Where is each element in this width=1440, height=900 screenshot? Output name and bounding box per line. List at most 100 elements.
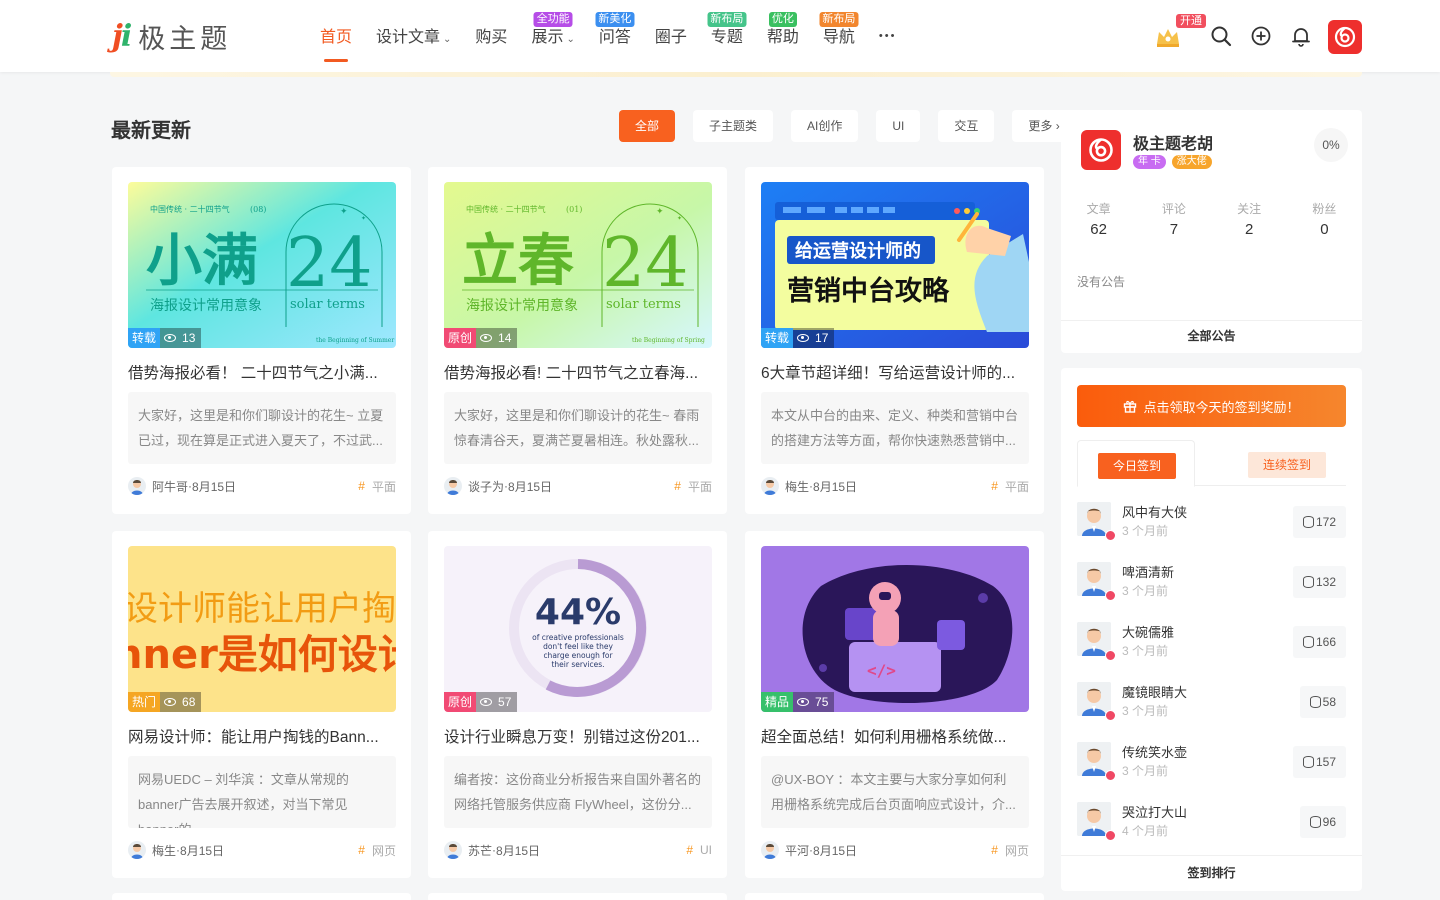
checkin-user-name[interactable]: 风中有大侠 <box>1122 502 1187 521</box>
post-author[interactable]: 苏芒 <box>468 842 492 859</box>
post-category-label: 平面 <box>687 479 712 494</box>
logo-mark: ji <box>112 18 132 54</box>
eye-icon <box>164 334 177 342</box>
checkin-time: 3 个月前 <box>1122 584 1169 598</box>
post-tag: 精品 75 <box>761 692 835 712</box>
nav-item-6[interactable]: 专题 新布局 <box>707 0 747 72</box>
view-count: 75 <box>793 692 835 712</box>
author-mini-avatar[interactable] <box>128 477 146 495</box>
more-dots-icon[interactable]: ••• <box>879 0 897 72</box>
post-title[interactable]: 网易设计师：能让用户掏钱的Bann... <box>128 725 396 747</box>
post-thumbnail[interactable]: 中国传统 · 二十四节气 (01) 立春 24 海报设计常用意象 solar t… <box>444 182 712 348</box>
tab-today-checkin[interactable]: 今日签到 <box>1077 440 1195 487</box>
author-mini-avatar[interactable] <box>444 841 462 859</box>
checkin-rank-link[interactable]: 签到排行 <box>1061 855 1362 891</box>
checkin-user-name[interactable]: 传统笑水壶 <box>1122 742 1187 761</box>
post-title[interactable]: 借势海报必看! 二十四节气之立春海... <box>444 361 712 383</box>
post-author[interactable]: 平河 <box>785 842 809 859</box>
svg-text:24: 24 <box>286 224 373 303</box>
user-avatar[interactable] <box>1328 20 1362 54</box>
card-next-row-3 <box>745 893 1044 900</box>
bell-icon[interactable] <box>1290 25 1312 47</box>
nav-item-3[interactable]: 展示 ⌄ 全功能 <box>531 0 575 72</box>
post-author[interactable]: 梅生 <box>785 478 809 495</box>
nav-item-2[interactable]: 购买 <box>475 0 507 72</box>
svg-text:(08): (08) <box>250 205 266 214</box>
svg-text:(01): (01) <box>566 205 582 214</box>
tab-streak-checkin[interactable]: 连续签到 <box>1248 452 1326 478</box>
post-card[interactable]: 中国传统 · 二十四节气 (08) 小满 24 海报设计常用意象 solar t… <box>112 167 411 514</box>
checkin-score-value: 96 <box>1322 815 1336 829</box>
author-name[interactable]: 极主题老胡 <box>1133 130 1213 154</box>
vip-open-badge[interactable]: 开通 <box>1176 14 1206 28</box>
nav-item-0[interactable]: 首页 <box>320 0 352 72</box>
post-excerpt: @UX-BOY ：本文主要与大家分享如何利用栅格系统完成后台页面响应式设计，介.… <box>761 756 1029 828</box>
tab-category-4[interactable]: 交互 <box>938 110 995 142</box>
nav-item-1[interactable]: 设计文章 ⌄ <box>376 0 451 72</box>
stat-item[interactable]: 评论 7 <box>1136 200 1211 238</box>
nav-label: 圈子 <box>654 29 687 46</box>
checkin-time: 3 个月前 <box>1122 644 1169 658</box>
chevron-down-icon: ⌄ <box>443 34 452 45</box>
search-icon[interactable] <box>1210 25 1232 47</box>
author-mini-avatar[interactable] <box>444 477 462 495</box>
post-thumbnail[interactable]: 44% of creative professionals don't feel… <box>444 546 712 712</box>
post-card[interactable]: </> 精品 75 超全面总结！如何利用栅格系统做... @UX-BOY ：本文主要与… <box>745 531 1044 878</box>
post-author[interactable]: 阿牛哥 <box>152 478 188 495</box>
checkin-user-name[interactable]: 魔镜眼睛大 <box>1122 682 1187 701</box>
stat-item[interactable]: 关注 2 <box>1212 200 1287 238</box>
checkin-user-name[interactable]: 大碗儒雅 <box>1122 622 1174 641</box>
post-tag: 转载 13 <box>128 328 202 348</box>
view-count: 57 <box>476 692 518 712</box>
add-circle-icon[interactable] <box>1250 25 1272 47</box>
nav-item-7[interactable]: 帮助 优化 <box>767 0 799 72</box>
post-thumbnail[interactable]: 设计师能让用户掏钱 nner是如何设计 热门 68 <box>128 546 396 712</box>
post-card[interactable]: 设计师能让用户掏钱 nner是如何设计 热门 68 网易设计师：能让用户掏钱的Ban… <box>112 531 411 878</box>
author-mini-avatar[interactable] <box>761 841 779 859</box>
post-title[interactable]: 6大章节超详细！写给运营设计师的... <box>761 361 1029 383</box>
post-category[interactable]: # 平面 <box>358 478 396 495</box>
post-title[interactable]: 借势海报必看！ 二十四节气之小满... <box>128 361 396 383</box>
author-mini-avatar[interactable] <box>128 841 146 859</box>
checkin-score: 172 <box>1292 506 1346 538</box>
post-thumbnail[interactable]: </> 精品 75 <box>761 546 1029 712</box>
nav-item-4[interactable]: 问答 新美化 <box>595 0 635 72</box>
post-thumbnail[interactable]: 给运营设计师的 营销中台攻略 转载 17 <box>761 182 1029 348</box>
post-author[interactable]: 谈子为 <box>468 478 504 495</box>
nav-item-8[interactable]: 导航 新布局 <box>819 0 859 72</box>
author-avatar[interactable] <box>1081 130 1121 170</box>
post-category-label: 平面 <box>371 479 396 494</box>
post-author[interactable]: 梅生 <box>152 842 176 859</box>
post-thumbnail[interactable]: 中国传统 · 二十四节气 (08) 小满 24 海报设计常用意象 solar t… <box>128 182 396 348</box>
coin-stack-icon <box>1302 516 1314 528</box>
post-category[interactable]: # 网页 <box>991 842 1029 859</box>
post-title[interactable]: 设计行业瞬息万变！别错过这份201... <box>444 725 712 747</box>
view-count-value: 13 <box>182 331 196 345</box>
section-title: 最新更新 <box>111 120 191 142</box>
author-mini-avatar[interactable] <box>761 477 779 495</box>
tab-category-0[interactable]: 全部 <box>619 110 676 142</box>
stat-item[interactable]: 粉丝 0 <box>1287 200 1362 238</box>
stat-value: 62 <box>1090 221 1107 238</box>
checkin-tabs: 今日签到 连续签到 <box>1077 440 1346 487</box>
post-category[interactable]: # UI <box>686 843 712 857</box>
post-category[interactable]: # 网页 <box>358 842 396 859</box>
post-category[interactable]: # 平面 <box>991 478 1029 495</box>
all-notice-link[interactable]: 全部公告 <box>1061 320 1362 353</box>
checkin-button[interactable]: 点击领取今天的签到奖励！ <box>1077 385 1346 427</box>
post-card[interactable]: 给运营设计师的 营销中台攻略 转载 17 6大章节超详细！写给运营设计师的... 本文… <box>745 167 1044 514</box>
site-logo[interactable]: ji 极主题 <box>112 18 231 54</box>
post-card[interactable]: 中国传统 · 二十四节气 (01) 立春 24 海报设计常用意象 solar t… <box>428 167 727 514</box>
post-card[interactable]: 44% of creative professionals don't feel… <box>428 531 727 878</box>
post-title[interactable]: 超全面总结！如何利用栅格系统做... <box>761 725 1029 747</box>
checkin-user-name[interactable]: 啤酒清新 <box>1122 562 1174 581</box>
checkin-user-name[interactable]: 哭泣打大山 <box>1122 802 1187 821</box>
nav-item-5[interactable]: 圈子 <box>655 0 687 72</box>
tab-category-1[interactable]: 子主题类 <box>693 110 774 142</box>
vip-crown-icon[interactable]: 开通 <box>1154 14 1206 50</box>
tab-category-3[interactable]: UI <box>876 110 921 142</box>
header-accent-line <box>110 72 1362 77</box>
tab-category-2[interactable]: AI创作 <box>791 110 859 142</box>
post-category[interactable]: # 平面 <box>674 478 712 495</box>
stat-item[interactable]: 文章 62 <box>1061 200 1136 238</box>
